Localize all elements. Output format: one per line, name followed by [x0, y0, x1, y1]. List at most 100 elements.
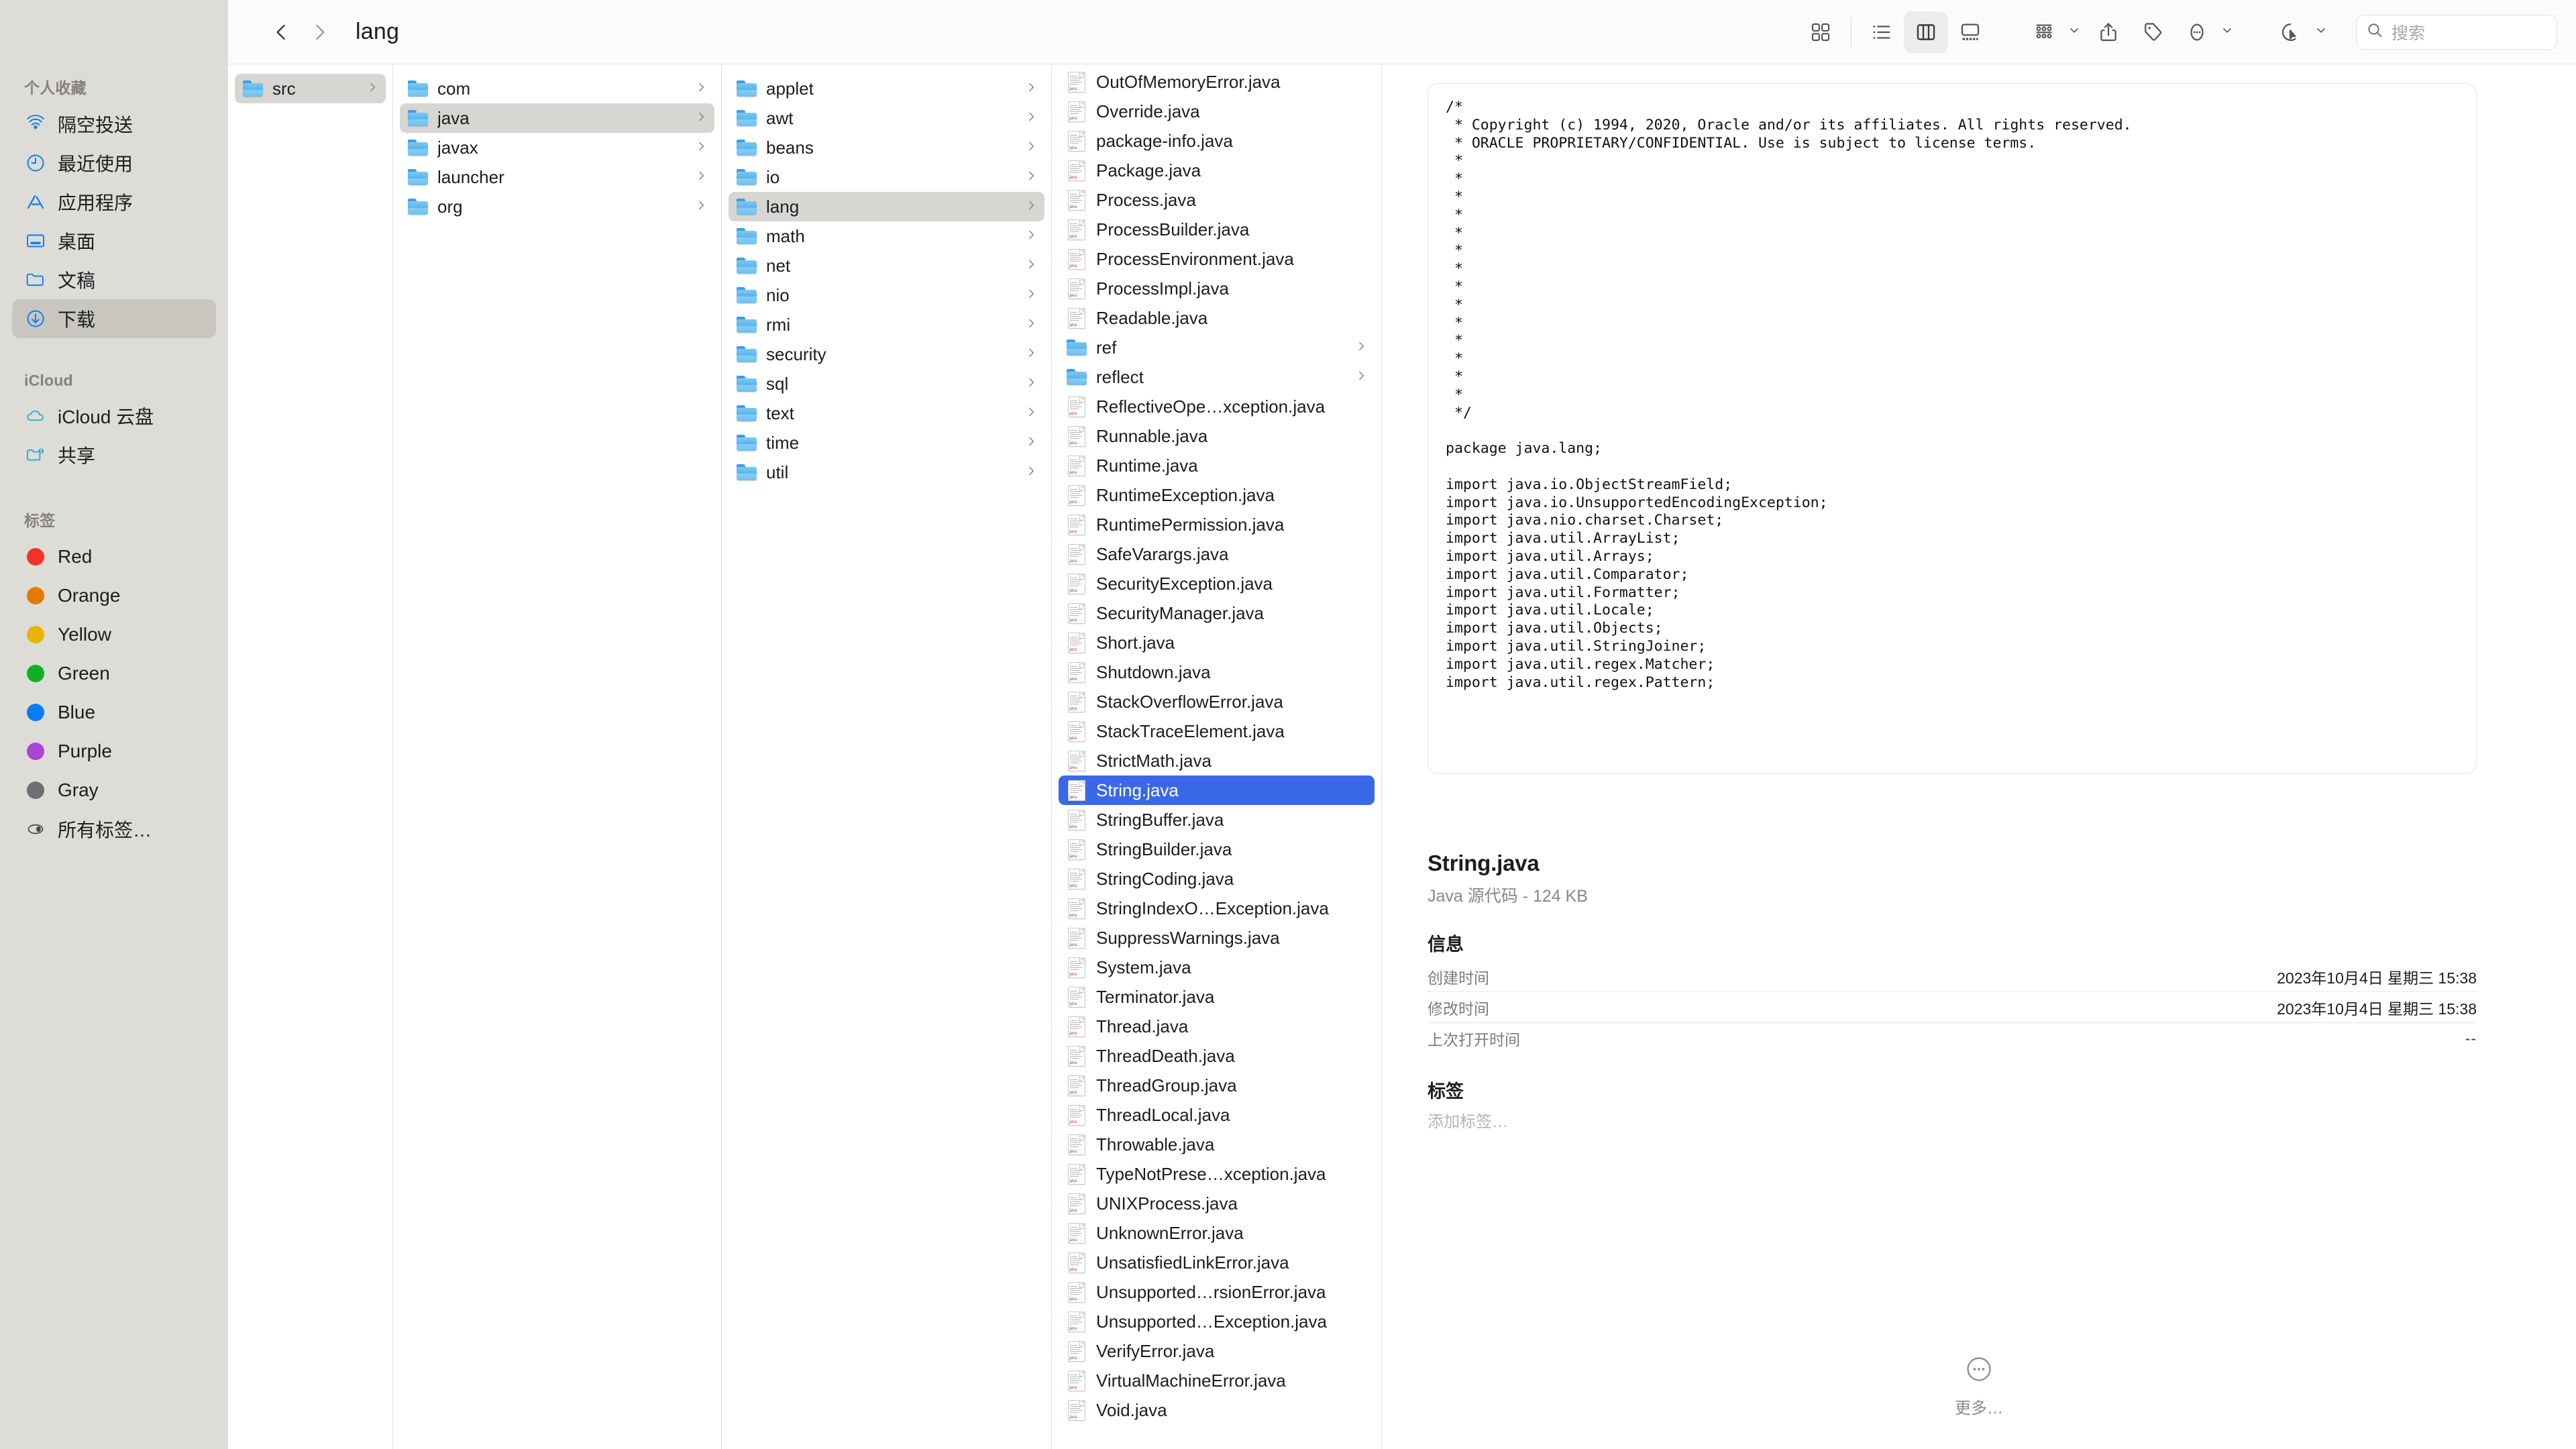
browser-column-3[interactable]: java OutOfMemoryError.java java Override.ja… — [1052, 64, 1382, 1449]
file-row[interactable]: java ThreadGroup.java — [1059, 1071, 1375, 1100]
file-row[interactable]: java ProcessBuilder.java — [1059, 215, 1375, 244]
folder-row[interactable]: reflect — [1059, 362, 1375, 392]
sidebar-item-shared[interactable]: 共享 — [12, 435, 216, 474]
file-row[interactable]: java Void.java — [1059, 1395, 1375, 1425]
file-row[interactable]: java ThreadLocal.java — [1059, 1100, 1375, 1130]
sidebar-tag-orange[interactable]: Orange — [12, 576, 216, 615]
file-row[interactable]: java System.java — [1059, 953, 1375, 982]
tag-button[interactable] — [2131, 11, 2175, 53]
folder-row[interactable]: beans — [729, 133, 1044, 162]
file-row[interactable]: java StringIndexO…Exception.java — [1059, 894, 1375, 923]
file-row[interactable]: java StackOverflowError.java — [1059, 687, 1375, 716]
add-tag-field[interactable]: 添加标签… — [1428, 1108, 2477, 1132]
file-row[interactable]: java Runtime.java — [1059, 451, 1375, 480]
folder-row[interactable]: sql — [729, 369, 1044, 398]
view-gallery-button[interactable] — [1948, 11, 1992, 53]
file-row[interactable]: java Thread.java — [1059, 1012, 1375, 1041]
file-row[interactable]: java SecurityManager.java — [1059, 598, 1375, 628]
sidebar-tag-yellow[interactable]: Yellow — [12, 615, 216, 654]
folder-row[interactable]: text — [729, 398, 1044, 428]
file-row[interactable]: java Unsupported…Exception.java — [1059, 1307, 1375, 1336]
folder-row[interactable]: time — [729, 428, 1044, 458]
sidebar-item-airdrop[interactable]: 隔空投送 — [12, 105, 216, 144]
search-input[interactable]: 搜索 — [2356, 14, 2557, 50]
folder-row[interactable]: com — [400, 74, 714, 103]
more-control[interactable] — [2175, 11, 2239, 53]
folder-row[interactable]: java — [400, 103, 714, 133]
sidebar-tag-blue[interactable]: Blue — [12, 693, 216, 732]
file-row[interactable]: java ReflectiveOpe…xception.java — [1059, 392, 1375, 421]
browser-column-0[interactable]: src — [228, 64, 393, 1449]
file-row[interactable]: java Runnable.java — [1059, 421, 1375, 451]
file-row[interactable]: java ProcessEnvironment.java — [1059, 244, 1375, 274]
file-row[interactable]: java RuntimeException.java — [1059, 480, 1375, 510]
file-row[interactable]: java UNIXProcess.java — [1059, 1189, 1375, 1218]
file-row[interactable]: java OutOfMemoryError.java — [1059, 67, 1375, 97]
file-row[interactable]: java Shutdown.java — [1059, 657, 1375, 687]
file-row[interactable]: java RuntimePermission.java — [1059, 510, 1375, 539]
folder-row[interactable]: launcher — [400, 162, 714, 192]
file-row[interactable]: java UnsatisfiedLinkError.java — [1059, 1248, 1375, 1277]
folder-row[interactable]: awt — [729, 103, 1044, 133]
file-row[interactable]: java VirtualMachineError.java — [1059, 1366, 1375, 1395]
browser-column-2[interactable]: applet awt beans io lang math net nio rmi securit… — [722, 64, 1052, 1449]
file-row[interactable]: java UnknownError.java — [1059, 1218, 1375, 1248]
more-button[interactable] — [2175, 11, 2219, 53]
sidebar-item-downloads[interactable]: 下载 — [12, 299, 216, 338]
folder-row[interactable]: rmi — [729, 310, 1044, 339]
view-list-button[interactable] — [1860, 11, 1904, 53]
folder-row[interactable]: io — [729, 162, 1044, 192]
file-row[interactable]: java SecurityException.java — [1059, 569, 1375, 598]
file-row[interactable]: java Process.java — [1059, 185, 1375, 215]
file-row[interactable]: java package-info.java — [1059, 126, 1375, 156]
folder-row[interactable]: math — [729, 221, 1044, 251]
folder-row[interactable]: util — [729, 458, 1044, 487]
file-row[interactable]: java Unsupported…rsionError.java — [1059, 1277, 1375, 1307]
group-by-button[interactable] — [2022, 11, 2066, 53]
quick-action-control[interactable] — [2269, 11, 2333, 53]
file-row[interactable]: java Short.java — [1059, 628, 1375, 657]
folder-row[interactable]: net — [729, 251, 1044, 280]
file-row[interactable]: java Override.java — [1059, 97, 1375, 126]
file-row[interactable]: java Throwable.java — [1059, 1130, 1375, 1159]
file-row[interactable]: java StringBuffer.java — [1059, 805, 1375, 835]
folder-row[interactable]: applet — [729, 74, 1044, 103]
folder-row[interactable]: lang — [729, 192, 1044, 221]
file-row[interactable]: java ThreadDeath.java — [1059, 1041, 1375, 1071]
view-icon-button[interactable] — [1799, 11, 1843, 53]
sidebar-item-documents[interactable]: 文稿 — [12, 260, 216, 299]
sidebar-item-desktop[interactable]: 桌面 — [12, 221, 216, 260]
file-row[interactable]: java Terminator.java — [1059, 982, 1375, 1012]
file-row[interactable]: java TypeNotPrese…xception.java — [1059, 1159, 1375, 1189]
folder-row[interactable]: security — [729, 339, 1044, 369]
file-row[interactable]: java SafeVarargs.java — [1059, 539, 1375, 569]
file-row[interactable]: java StringCoding.java — [1059, 864, 1375, 894]
forward-button[interactable] — [301, 13, 338, 51]
folder-row[interactable]: ref — [1059, 333, 1375, 362]
file-row[interactable]: java String.java — [1059, 775, 1375, 805]
sidebar-item-applications[interactable]: 应用程序 — [12, 182, 216, 221]
sidebar-item-recents[interactable]: 最近使用 — [12, 144, 216, 182]
preview-more-button[interactable]: 更多… — [1382, 1355, 2576, 1418]
file-row[interactable]: java VerifyError.java — [1059, 1336, 1375, 1366]
file-row[interactable]: java SuppressWarnings.java — [1059, 923, 1375, 953]
sidebar-tag-green[interactable]: Green — [12, 654, 216, 693]
file-row[interactable]: java ProcessImpl.java — [1059, 274, 1375, 303]
back-button[interactable] — [263, 13, 301, 51]
view-column-button[interactable] — [1904, 11, 1948, 53]
folder-row[interactable]: org — [400, 192, 714, 221]
file-row[interactable]: java StringBuilder.java — [1059, 835, 1375, 864]
file-row[interactable]: java StackTraceElement.java — [1059, 716, 1375, 746]
browser-column-1[interactable]: com java javax launcher org — [393, 64, 722, 1449]
file-row[interactable]: java Package.java — [1059, 156, 1375, 185]
sidebar-item-icloud-drive[interactable]: iCloud 云盘 — [12, 396, 216, 435]
file-row[interactable]: java Readable.java — [1059, 303, 1375, 333]
share-button[interactable] — [2086, 11, 2131, 53]
sidebar-tag-gray[interactable]: Gray — [12, 771, 216, 810]
folder-row[interactable]: nio — [729, 280, 1044, 310]
quick-action-button[interactable] — [2269, 11, 2313, 53]
folder-row[interactable]: src — [235, 74, 386, 103]
sidebar-tag-red[interactable]: Red — [12, 537, 216, 576]
folder-row[interactable]: javax — [400, 133, 714, 162]
sidebar-tag-purple[interactable]: Purple — [12, 732, 216, 771]
